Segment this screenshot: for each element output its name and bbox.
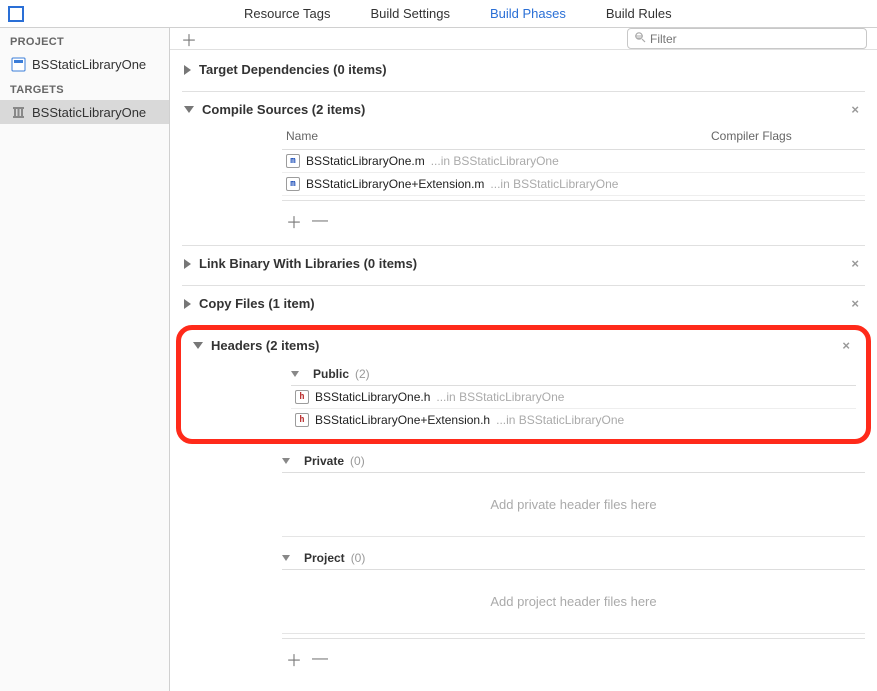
headers-highlight: Headers (2 items) × Public (2) [176, 325, 871, 444]
phase-title: Headers (2 items) [211, 338, 319, 353]
phase-header-link-binary[interactable]: Link Binary With Libraries (0 items) × [182, 250, 865, 277]
disclosure-triangle-icon [184, 259, 191, 269]
phase-title: Compile Sources (2 items) [202, 102, 365, 117]
col-flags-header[interactable]: Compiler Flags [711, 129, 861, 143]
filter-icon [634, 31, 646, 46]
file-name: BSStaticLibraryOne+Extension.m [306, 177, 484, 191]
objc-impl-file-icon: m [286, 154, 300, 168]
phase-header-headers[interactable]: Headers (2 items) × [191, 336, 856, 359]
file-name: BSStaticLibraryOne.h [315, 390, 430, 404]
phase-header-copy-files[interactable]: Copy Files (1 item) × [182, 290, 865, 317]
headers-public-section: Public (2) h BSStaticLibraryOne.h ...in … [291, 363, 856, 431]
phase-title: Target Dependencies (0 items) [199, 62, 387, 77]
header-file-row[interactable]: h BSStaticLibraryOne+Extension.h ...in B… [291, 409, 856, 431]
phase-target-dependencies: Target Dependencies (0 items) [182, 56, 865, 83]
tab-resource-tags[interactable]: Resource Tags [224, 6, 350, 21]
file-name: BSStaticLibraryOne.m [306, 154, 425, 168]
project-icon[interactable] [8, 6, 24, 22]
sidebar-project-item[interactable]: BSStaticLibraryOne [0, 52, 169, 76]
content-toolbar: ＋ [170, 28, 877, 50]
remove-phase-button[interactable]: × [838, 338, 854, 353]
top-tabs: Resource Tags Build Settings Build Phase… [0, 0, 877, 28]
phase-headers: Headers (2 items) × Public (2) [191, 336, 856, 431]
add-phase-button[interactable]: ＋ [180, 30, 198, 48]
col-name-header[interactable]: Name [286, 129, 711, 143]
sidebar-item-label: BSStaticLibraryOne [32, 105, 146, 120]
remove-phase-button[interactable]: × [847, 296, 863, 311]
header-file-row[interactable]: h BSStaticLibraryOne.h ...in BSStaticLib… [291, 386, 856, 409]
content-area: ＋ Target Dependencies (0 items) [170, 28, 877, 691]
phase-header-target-deps[interactable]: Target Dependencies (0 items) [182, 56, 865, 83]
sidebar: PROJECT BSStaticLibraryOne TARGETS BSSta… [0, 28, 170, 691]
disclosure-triangle-icon [184, 106, 194, 113]
compile-file-row[interactable]: m BSStaticLibraryOne.m ...in BSStaticLib… [282, 150, 865, 173]
tab-build-phases[interactable]: Build Phases [470, 6, 586, 21]
remove-file-button[interactable]: — [312, 212, 328, 230]
disclosure-triangle-icon [282, 555, 290, 561]
disclosure-triangle-icon [184, 65, 191, 75]
disclosure-triangle-icon [184, 299, 191, 309]
phase-title: Copy Files (1 item) [199, 296, 315, 311]
file-location: ...in BSStaticLibraryOne [431, 154, 559, 168]
phase-copy-files: Copy Files (1 item) × [182, 290, 865, 317]
objc-header-file-icon: h [295, 390, 309, 404]
compile-file-row[interactable]: m BSStaticLibraryOne+Extension.m ...in B… [282, 173, 865, 196]
subsection-label: Project [304, 551, 345, 565]
sidebar-item-label: BSStaticLibraryOne [32, 57, 146, 72]
objc-impl-file-icon: m [286, 177, 300, 191]
file-name: BSStaticLibraryOne+Extension.h [315, 413, 490, 427]
subsection-count: (0) [350, 454, 365, 468]
add-file-button[interactable]: ＋ [286, 209, 302, 233]
phase-compile-sources: Compile Sources (2 items) × Name Compile… [182, 96, 865, 237]
objc-header-file-icon: h [295, 413, 309, 427]
sidebar-target-item[interactable]: BSStaticLibraryOne [0, 100, 169, 124]
tab-build-rules[interactable]: Build Rules [586, 6, 692, 21]
phase-title: Link Binary With Libraries (0 items) [199, 256, 417, 271]
headers-private-section: Private (0) Add private header files her… [282, 450, 865, 537]
subsection-count: (0) [351, 551, 366, 565]
remove-phase-button[interactable]: × [847, 256, 863, 271]
tab-build-settings[interactable]: Build Settings [350, 6, 470, 21]
file-location: ...in BSStaticLibraryOne [436, 390, 564, 404]
file-location: ...in BSStaticLibraryOne [490, 177, 618, 191]
filter-input[interactable] [650, 32, 860, 46]
subsection-count: (2) [355, 367, 370, 381]
xcodeproj-icon [10, 56, 26, 72]
library-target-icon [10, 104, 26, 120]
filter-box[interactable] [627, 28, 867, 49]
phase-link-binary: Link Binary With Libraries (0 items) × [182, 250, 865, 277]
add-file-button[interactable]: ＋ [286, 647, 302, 671]
subsection-label: Private [304, 454, 344, 468]
phase-header-compile-sources[interactable]: Compile Sources (2 items) × [182, 96, 865, 123]
remove-phase-button[interactable]: × [847, 102, 863, 117]
headers-public-header[interactable]: Public (2) [291, 363, 856, 386]
sidebar-targets-header: TARGETS [0, 76, 169, 100]
disclosure-triangle-icon [193, 342, 203, 349]
disclosure-triangle-icon [291, 371, 299, 377]
compile-col-headers: Name Compiler Flags [282, 123, 865, 150]
file-location: ...in BSStaticLibraryOne [496, 413, 624, 427]
disclosure-triangle-icon [282, 458, 290, 464]
headers-project-header[interactable]: Project (0) [282, 547, 865, 570]
subsection-label: Public [313, 367, 349, 381]
headers-private-header[interactable]: Private (0) [282, 450, 865, 473]
remove-file-button[interactable]: — [312, 650, 328, 668]
project-placeholder[interactable]: Add project header files here [282, 570, 865, 634]
sidebar-project-header: PROJECT [0, 28, 169, 52]
headers-project-section: Project (0) Add project header files her… [282, 547, 865, 634]
private-placeholder[interactable]: Add private header files here [282, 473, 865, 537]
